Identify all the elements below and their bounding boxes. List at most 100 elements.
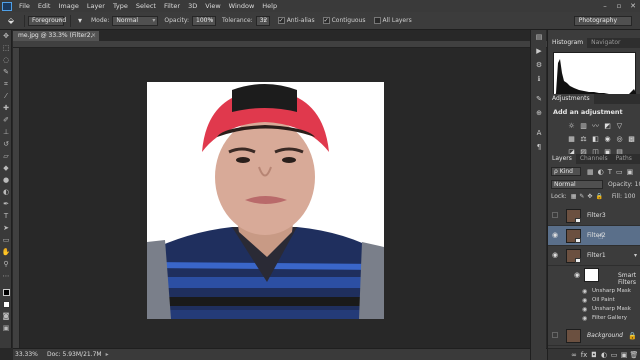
path-select-tool-icon[interactable]: ➤ [0,222,12,234]
brush-tool-icon[interactable]: ✐ [0,114,12,126]
new-group-icon[interactable]: ▭ [609,351,619,359]
eye-icon[interactable]: ◉ [582,306,587,313]
tab-adjustments[interactable]: Adjustments [548,94,594,104]
crop-tool-icon[interactable]: ⌗ [0,78,12,90]
new-adjustment-icon[interactable]: ◐ [599,351,609,359]
healing-tool-icon[interactable]: ✚ [0,102,12,114]
filter-name[interactable]: Oil Paint [592,297,615,303]
contiguous-checkbox[interactable]: ✓ [322,17,330,24]
menu-layer[interactable]: Layer [83,0,109,12]
menu-select[interactable]: Select [132,0,160,12]
blur-tool-icon[interactable]: ● [0,174,12,186]
close-button[interactable]: ✕ [626,0,640,12]
photo-filter-icon[interactable]: ◉ [602,134,613,143]
more-tools-icon[interactable]: ⋯ [0,270,12,282]
layer-name[interactable]: Background [587,332,623,339]
hue-saturation-icon[interactable]: ▦ [566,134,577,143]
layer-kind-filter[interactable]: ρ Kind [551,167,581,176]
tab-paths[interactable]: Paths [612,154,636,164]
menu-type[interactable]: Type [109,0,132,12]
minimize-button[interactable]: – [598,0,612,12]
black-white-icon[interactable]: ◧ [590,134,601,143]
quick-mask-icon[interactable]: ◙ [0,310,12,322]
eraser-tool-icon[interactable]: ▱ [0,150,12,162]
actions-panel-icon[interactable]: ▶ [531,44,547,58]
lock-image-icon[interactable]: ✎ [579,193,584,200]
filter-name[interactable]: Unsharp Mask [592,288,631,294]
channel-mixer-icon[interactable]: ◎ [614,134,625,143]
layer-row[interactable]: Filter3 [548,206,640,226]
filter-smart-icon[interactable]: ▣ [627,168,634,176]
visibility-toggle[interactable] [552,212,559,219]
info-panel-icon[interactable]: ℹ [531,72,547,86]
visibility-toggle[interactable] [552,332,559,339]
move-tool-icon[interactable]: ✥ [0,30,12,42]
lock-position-icon[interactable]: ✥ [587,193,592,200]
menu-edit[interactable]: Edit [34,0,55,12]
new-layer-icon[interactable]: ▣ [619,351,629,359]
layer-style-icon[interactable]: fx [579,351,589,359]
dodge-tool-icon[interactable]: ◐ [0,186,12,198]
quick-select-tool-icon[interactable]: ✎ [0,66,12,78]
mode-select[interactable]: Normal [112,15,159,26]
tab-histogram[interactable]: Histogram [548,38,588,48]
clone-stamp-tool-icon[interactable]: ⊥ [0,126,12,138]
background-layer-row[interactable]: Background 🔒 [548,326,640,346]
menu-window[interactable]: Window [225,0,259,12]
character-panel-icon[interactable]: A [531,126,547,140]
eye-icon[interactable]: ◉ [582,297,587,304]
workspace-select[interactable]: Photography [573,16,632,26]
vibrance-icon[interactable]: ▽ [614,121,625,130]
screen-mode-icon[interactable]: ▣ [0,322,12,334]
lasso-tool-icon[interactable]: ◌ [0,54,12,66]
filter-pixel-icon[interactable]: ▦ [587,168,594,176]
eye-icon[interactable]: ◉ [552,232,559,239]
document-tab[interactable]: me.jpg @ 33.3% (Filter2, RGB/8) * × [13,31,99,49]
link-layers-icon[interactable]: ∞ [569,351,579,359]
all-layers-checkbox[interactable] [373,17,381,24]
smart-filter-item[interactable]: ◉ Unsharp Mask [548,305,640,314]
pattern-icon[interactable]: ▾ [75,15,85,27]
filter-adjust-icon[interactable]: ◐ [598,168,604,176]
smart-filter-item[interactable]: ◉ Filter Gallery [548,314,640,323]
layer-row[interactable]: ◉ Filter1 ▾ [548,246,640,266]
type-tool-icon[interactable]: T [0,210,12,222]
menu-file[interactable]: File [15,0,34,12]
antialias-checkbox[interactable]: ✓ [277,17,285,24]
filter-type-icon[interactable]: T [608,168,612,176]
layer-opacity-value[interactable]: 100 [635,181,640,188]
brightness-contrast-icon[interactable]: ☼ [566,121,577,130]
clone-source-panel-icon[interactable]: ⊕ [531,106,547,120]
blend-mode-select[interactable]: Normal [551,180,603,189]
document-image[interactable] [147,82,384,319]
menu-3d[interactable]: 3D [184,0,201,12]
eye-icon[interactable]: ◉ [582,315,587,322]
zoom-level[interactable]: 33.33% [13,351,41,358]
history-panel-icon[interactable]: ▤ [531,30,547,44]
close-icon[interactable]: × [91,31,96,41]
eyedropper-tool-icon[interactable]: ⁄ [0,90,12,102]
menu-filter[interactable]: Filter [160,0,184,12]
layer-row-selected[interactable]: ◉ Filter2 [548,226,640,246]
filter-shape-icon[interactable]: ▭ [616,168,623,176]
eye-icon[interactable]: ◉ [574,272,581,279]
layer-name[interactable]: Filter1 [587,252,606,259]
opacity-input[interactable]: 100% [192,15,217,26]
paragraph-panel-icon[interactable]: ¶ [531,140,547,154]
fill-value[interactable]: 100 [624,193,635,200]
history-brush-tool-icon[interactable]: ↺ [0,138,12,150]
tab-channels[interactable]: Channels [576,154,612,164]
tab-layers[interactable]: Layers [548,154,576,164]
filter-name[interactable]: Unsharp Mask [592,306,631,312]
shape-tool-icon[interactable]: ▭ [0,234,12,246]
levels-icon[interactable]: ▥ [578,121,589,130]
tab-navigator[interactable]: Navigator [587,38,624,48]
layer-name[interactable]: Filter3 [587,212,606,219]
exposure-icon[interactable]: ◩ [602,121,613,130]
eye-icon[interactable]: ◉ [552,252,559,259]
paint-bucket-tool-icon[interactable]: ◆ [0,162,12,174]
smart-filter-item[interactable]: ◉ Oil Paint [548,296,640,305]
filter-name[interactable]: Filter Gallery [592,315,627,321]
hand-tool-icon[interactable]: ✋ [0,246,12,258]
marquee-tool-icon[interactable]: ⬚ [0,42,12,54]
